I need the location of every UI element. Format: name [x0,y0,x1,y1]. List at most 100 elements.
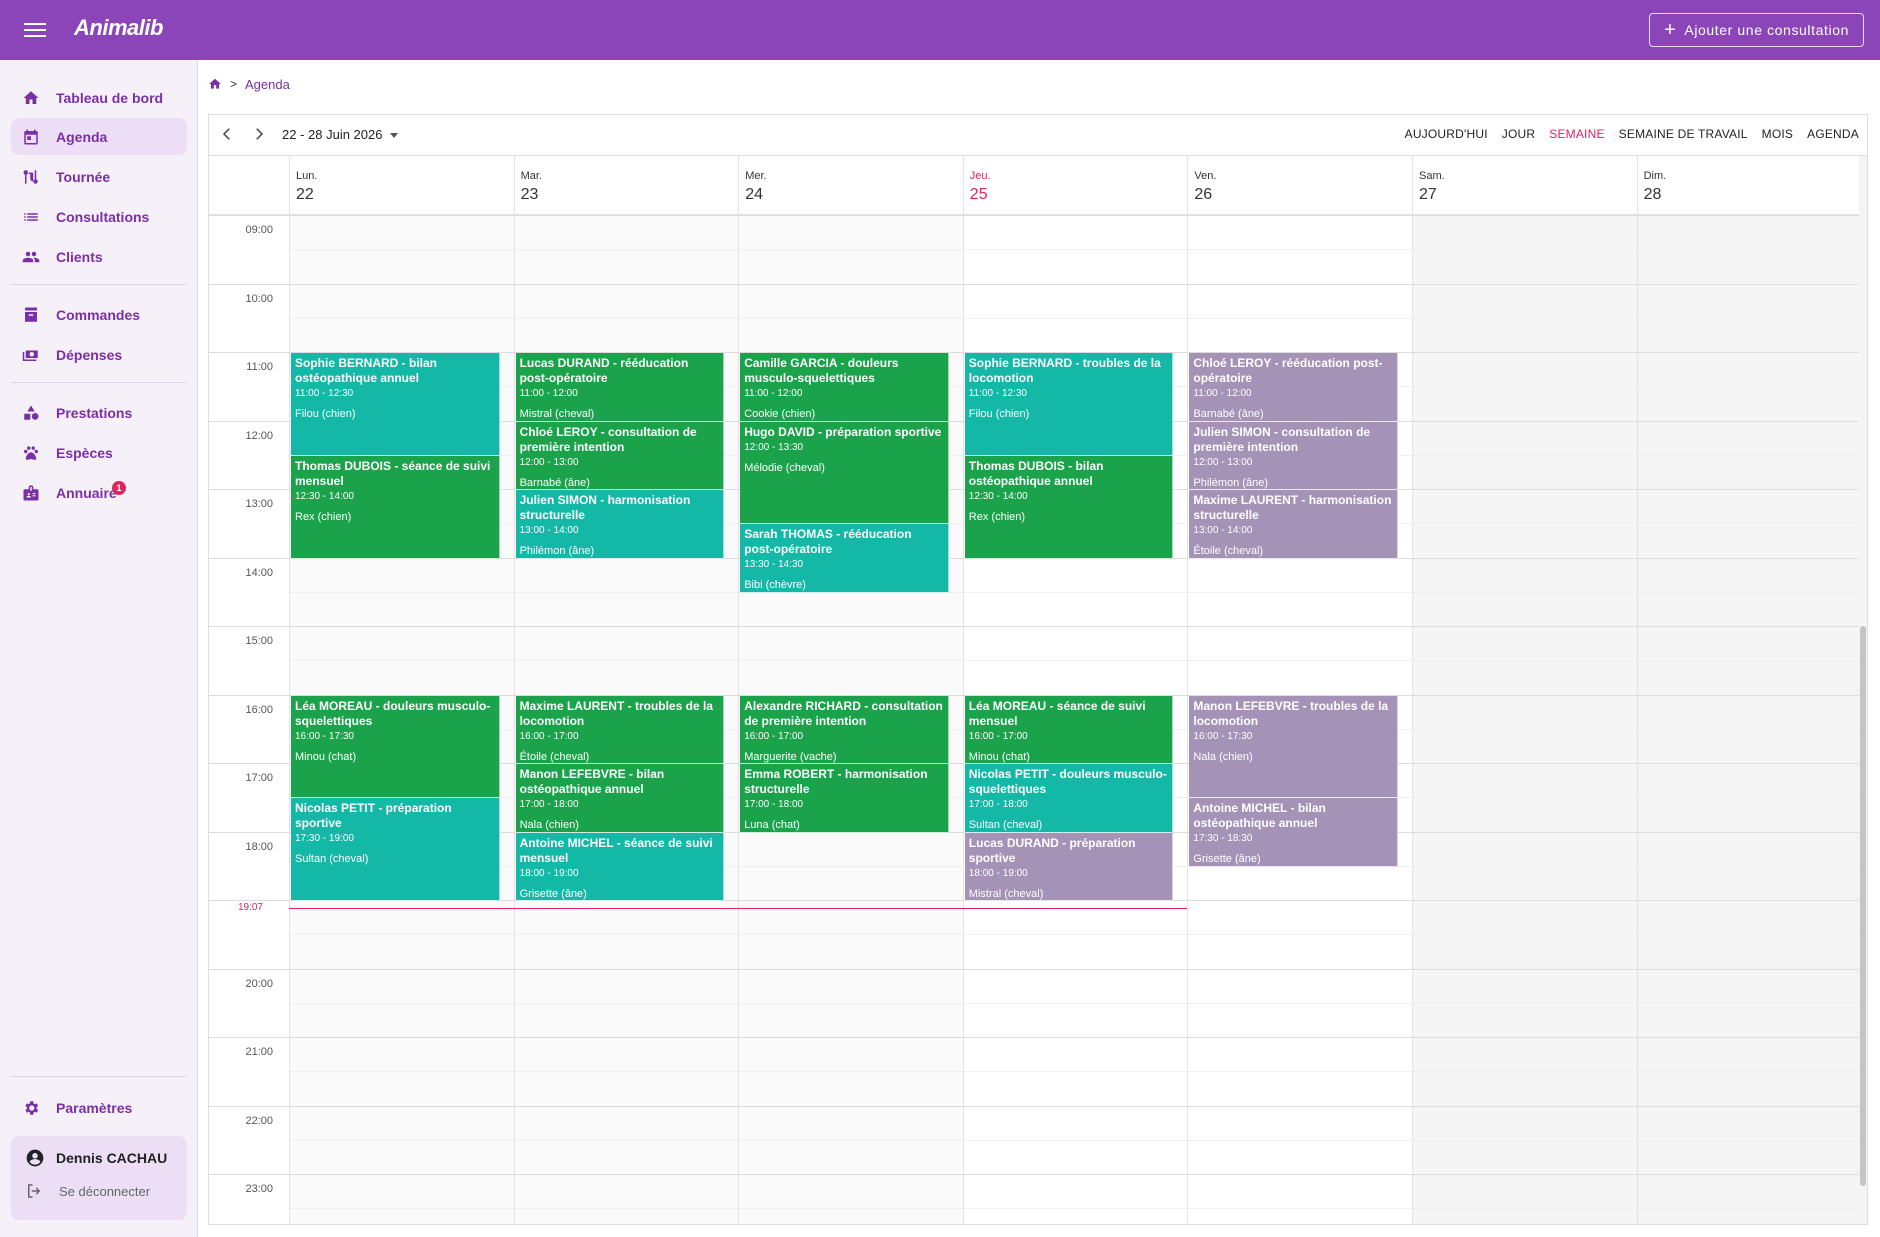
sidebar-item-prestations[interactable]: Prestations [11,394,187,431]
calendar-event[interactable]: Maxime LAURENT - harmonisation structure… [1189,490,1398,559]
event-title: Léa MOREAU - séance de suivi mensuel [968,698,1146,728]
time-label: 09:00 [245,224,273,236]
sidebar-item-annuaire[interactable]: Annuaire 1 [11,474,187,511]
calendar-event[interactable]: Sophie BERNARD - bilan ostéopathique ann… [291,353,500,456]
logout-button[interactable]: Se déconnecter [25,1180,185,1206]
half-hour-line [289,1071,1862,1073]
calendar-event[interactable]: Antoine MICHEL - séance de suivi mensuel… [515,832,725,901]
calendar-event[interactable]: Lucas DURAND - rééducation post-opératoi… [515,353,725,422]
sidebar-item-depenses[interactable]: Dépenses [11,336,187,373]
date-range-picker[interactable]: 22 - 28 Juin 2026 [282,127,399,142]
view-workweek-button[interactable]: SEMAINE DE TRAVAIL [1619,127,1748,141]
event-patient: Minou (chat) [295,750,357,763]
app-logo[interactable]: Animalib [74,15,163,41]
calendar-event[interactable]: Thomas DUBOIS - séance de suivi mensuel 1… [291,455,500,559]
calendar-icon [24,129,38,144]
event-time: 18:00 - 19:00 [968,867,1028,879]
calendar-event[interactable]: Sophie BERNARD - troubles de la locomoti… [964,353,1174,456]
event-patient: Bibi (chèvre) [744,579,806,592]
sidebar-divider [11,382,187,383]
calendar-event[interactable]: Antoine MICHEL - bilan ostéopathique ann… [1189,798,1398,867]
day-header[interactable]: Dim. 28 [1636,156,1862,215]
day-name: Dim. [1643,170,1667,182]
calendar-event[interactable]: Manon LEFEBVRE - bilan ostéopathique ann… [515,764,725,833]
view-today-button[interactable]: AUJOURD'HUI [1405,127,1488,141]
event-time: 11:00 - 12:00 [519,388,578,399]
calendar-event[interactable]: Emma ROBERT - harmonisation structurelle… [740,764,949,833]
breadcrumb-current: Agenda [245,76,290,92]
calendar-event[interactable]: Sarah THOMAS - rééducation post-opératoi… [740,524,949,593]
day-date: 24 [745,186,763,203]
view-month-button[interactable]: MOIS [1762,127,1793,141]
day-header[interactable]: Mar. 23 [513,156,739,215]
day-column[interactable] [1412,215,1637,1224]
calendar-event[interactable]: Léa MOREAU - douleurs musculo-squelettiq… [291,695,500,799]
breadcrumb-separator: > [230,77,238,91]
event-time: 11:00 - 12:30 [968,388,1027,399]
sidebar-item-consultations[interactable]: Consultations [11,198,187,235]
day-header[interactable]: Lun. 22 [289,156,514,215]
event-time: 16:00 - 17:00 [519,730,579,742]
sidebar-item-parametres[interactable]: Paramètres [11,1089,187,1126]
half-hour-line [289,1208,1862,1210]
calendar-event[interactable]: Nicolas PETIT - préparation sportive 17:3… [291,798,500,901]
calendar-event[interactable]: Chloé LEROY - consultation de première i… [515,421,725,490]
calendar-event[interactable]: Manon LEFEBVRE - troubles de la locomoti… [1189,695,1398,799]
day-header[interactable]: Ven. 26 [1187,156,1412,215]
day-date: 28 [1643,186,1662,203]
time-label: 11:00 [246,361,273,373]
sidebar-item-label: Tournée [56,168,111,185]
event-title: Léa MOREAU - douleurs musculo-squelettiq… [295,698,491,728]
user-name: Dennis CACHAU [56,1150,168,1166]
sidebar-item-dashboard[interactable]: Tableau de bord [11,79,187,116]
day-date: 23 [520,186,539,203]
view-agenda-button[interactable]: AGENDA [1807,127,1859,141]
event-title: Emma ROBERT - harmonisation structurelle [744,767,928,796]
hamburger-menu-icon[interactable] [24,20,46,40]
event-time: 13:00 - 14:00 [519,525,579,536]
previous-week-button[interactable] [218,125,236,143]
calendar-event[interactable]: Léa MOREAU - séance de suivi mensuel 16:0… [964,695,1174,764]
event-title: Chloé LEROY - rééducation post-opératoir… [1193,356,1383,385]
directory-icon [23,485,39,500]
next-week-button[interactable] [250,125,268,143]
view-week-button[interactable]: SEMAINE [1549,127,1604,141]
calendar-event[interactable]: Hugo DAVID - préparation sportive 12:00 -… [740,421,949,525]
current-time-indicator [289,907,1188,909]
calendar-event[interactable]: Maxime LAURENT - troubles de la locomoti… [515,695,725,764]
sidebar-item-agenda[interactable]: Agenda [11,118,187,155]
day-column[interactable] [1636,215,1862,1224]
scrollbar-thumb[interactable] [1860,626,1866,1186]
sidebar-item-commandes[interactable]: Commandes [11,296,187,333]
view-day-button[interactable]: JOUR [1502,127,1535,141]
event-time: 17:00 - 18:00 [519,799,579,810]
sidebar-item-tournee[interactable]: Tournée [11,158,187,195]
event-patient: Marguerite (vache) [744,750,837,763]
event-patient: Minou (chat) [968,750,1030,763]
event-patient: Rex (chien) [968,510,1026,523]
calendar-event[interactable]: Julien SIMON - consultation de première … [1189,421,1398,490]
scrollbar[interactable] [1859,156,1867,1224]
day-header[interactable]: Sam. 27 [1412,156,1637,215]
event-time: 17:30 - 19:00 [295,833,354,845]
calendar-event[interactable]: Julien SIMON - harmonisation structurell… [515,490,725,559]
time-label: 17:00 [245,772,273,784]
event-patient: Luna (chat) [744,819,800,831]
people-icon [22,251,40,262]
calendar-event[interactable]: Thomas DUBOIS - bilan ostéopathique annu… [964,455,1174,559]
calendar-event[interactable]: Chloé LEROY - rééducation post-opératoir… [1189,353,1398,422]
event-time: 16:00 - 17:00 [744,730,804,742]
sidebar-item-label: Tableau de bord [56,89,164,106]
calendar-event[interactable]: Camille GARCIA - douleurs musculo-squele… [740,353,949,422]
calendar-event[interactable]: Lucas DURAND - préparation sportive 18:00… [964,832,1174,901]
calendar-event[interactable]: Alexandre RICHARD - consultation de prem… [740,695,949,764]
day-header[interactable]: Mer. 24 [738,156,963,215]
sidebar-item-especes[interactable]: Espèces [11,434,187,471]
add-consultation-button[interactable]: + Ajouter une consultation [1649,13,1864,47]
event-title: Lucas DURAND - rééducation post-opératoi… [519,356,689,385]
calendar-event[interactable]: Nicolas PETIT - douleurs musculo-squelet… [964,764,1174,833]
home-icon[interactable] [208,77,222,91]
sidebar-item-clients[interactable]: Clients [11,238,187,275]
add-consultation-label: Ajouter une consultation [1684,22,1849,38]
day-header[interactable]: Jeu. 25 [962,156,1188,215]
